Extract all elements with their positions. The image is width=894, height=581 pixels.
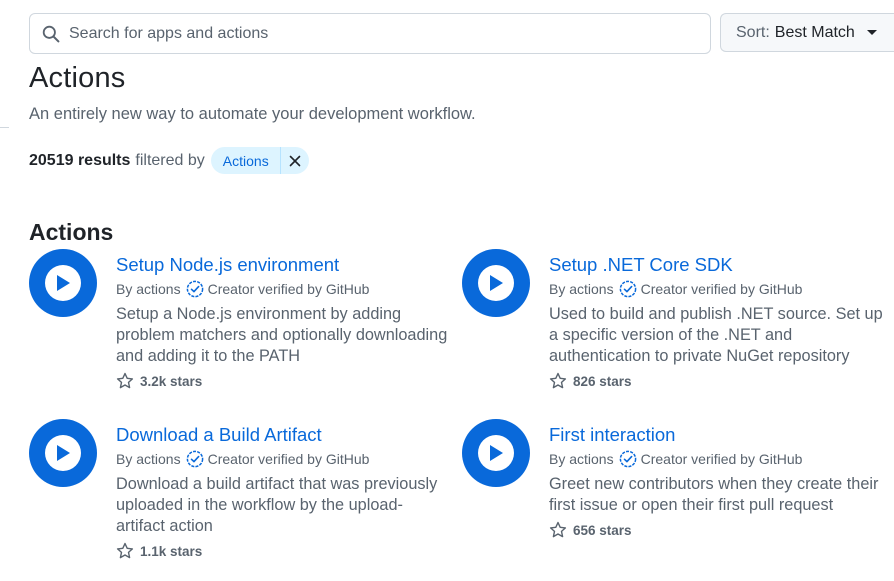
verified-label: Creator verified by GitHub [640,281,803,297]
search-box[interactable] [29,13,711,54]
divider [0,127,9,128]
action-description: Download a build artifact that was previ… [116,475,438,535]
star-icon [549,372,567,389]
verified-label: Creator verified by GitHub [207,281,370,297]
search-input[interactable] [69,24,669,43]
action-stars: 826 stars [549,371,884,391]
action-meta: By actions Creator verified by GitHub [549,277,884,301]
verified-icon [619,280,636,298]
sort-prefix: Sort: [736,23,770,41]
results-summary: 20519 results filtered by Actions [29,147,309,174]
verified-icon [186,450,203,468]
action-author: By actions [116,451,181,467]
action-author: By actions [549,281,614,297]
action-name-link[interactable]: Setup .NET Core SDK [549,253,884,277]
results-count: 20519 results [29,151,131,169]
action-author: By actions [116,281,181,297]
action-logo[interactable] [29,419,97,487]
verified-label: Creator verified by GitHub [640,451,803,467]
verified-icon [619,450,636,468]
action-logo[interactable] [29,249,97,317]
action-stars: 3.2k stars [116,371,451,391]
play-icon [57,275,70,291]
filter-chip-label[interactable]: Actions [211,153,280,169]
action-description: Used to build and publish .NET source. S… [549,305,883,365]
play-icon [490,445,503,461]
action-meta: By actions Creator verified by GitHub [116,277,451,301]
play-icon [490,275,503,291]
action-stars: 656 stars [549,520,884,540]
stars-count: 3.2k stars [140,373,203,389]
stars-count: 1.1k stars [140,543,203,559]
page-title: Actions [29,62,126,94]
action-description: Setup a Node.js environment by adding pr… [116,305,448,365]
action-author: By actions [549,451,614,467]
section-title: Actions [29,219,114,245]
filter-chip-remove-button[interactable] [279,147,309,174]
action-logo[interactable] [462,419,530,487]
star-icon [549,521,567,538]
chevron-down-icon [866,30,877,35]
action-name-link[interactable]: Setup Node.js environment [116,253,451,277]
sort-button[interactable]: Sort: Best Match [720,13,894,52]
action-name-link[interactable]: Download a Build Artifact [116,423,451,447]
star-icon [116,372,134,389]
action-stars: 1.1k stars [116,541,451,561]
verified-label: Creator verified by GitHub [207,451,370,467]
action-meta: By actions Creator verified by GitHub [549,447,884,471]
action-name-link[interactable]: First interaction [549,423,884,447]
sort-value: Best Match [774,23,855,41]
search-icon [42,25,60,42]
verified-icon [186,280,203,298]
star-icon [116,542,134,559]
stars-count: 656 stars [573,522,632,538]
action-description: Greet new contributors when they create … [549,475,879,514]
results-filtered-label: filtered by [135,151,205,169]
action-meta: By actions Creator verified by GitHub [116,447,451,471]
close-icon [289,155,301,166]
stars-count: 826 stars [573,373,632,389]
action-logo[interactable] [462,249,530,317]
page-description: An entirely new way to automate your dev… [29,105,476,123]
play-icon [57,445,70,461]
filter-chip: Actions [210,147,309,174]
